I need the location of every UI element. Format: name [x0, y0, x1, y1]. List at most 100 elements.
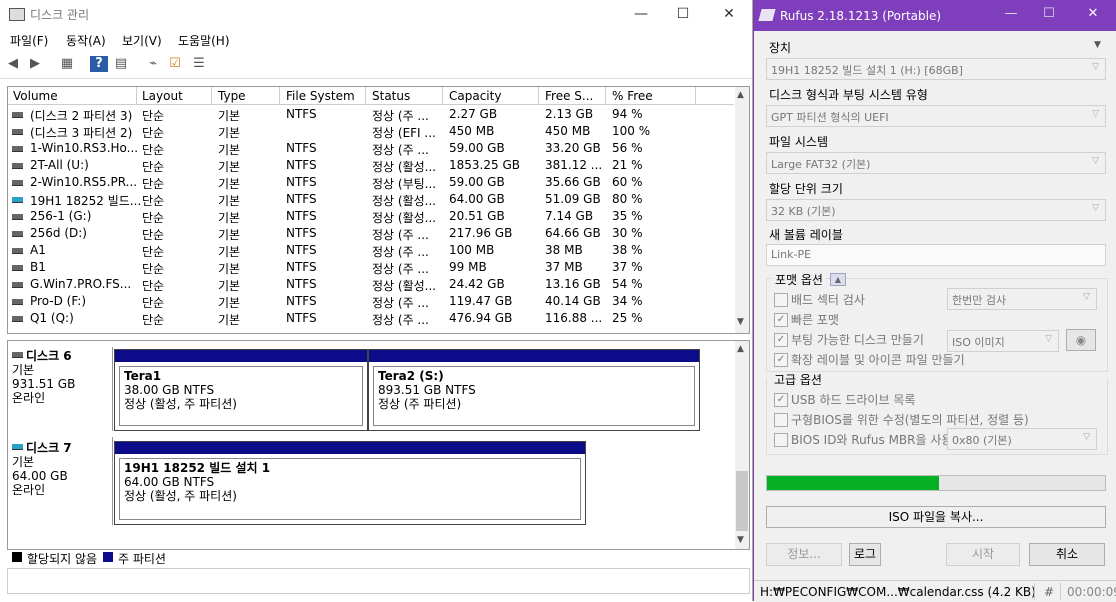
col-free-space[interactable]: Free S...: [545, 89, 593, 103]
table-row[interactable]: (디스크 3 파티션 2) 단순 기본 정상 (EFI ... 450 MB 450 MB…: [8, 123, 734, 140]
menu-help[interactable]: 도움말(H): [178, 32, 230, 49]
table-row[interactable]: A1 단순 기본 NTFS 정상 (주 ... 100 MB 38 MB 38 %: [8, 242, 734, 259]
usb-hdd-checkbox[interactable]: ✓: [774, 393, 788, 407]
maximize-button[interactable]: ☐: [668, 4, 698, 24]
col-type[interactable]: Type: [218, 89, 246, 103]
console-tree-icon[interactable]: ▦: [58, 56, 76, 72]
scroll-down-icon[interactable]: ▼: [737, 535, 744, 545]
col-volume[interactable]: Volume: [13, 89, 58, 103]
scroll-up-icon[interactable]: ▲: [737, 344, 744, 354]
partition-tera2[interactable]: Tera2 (S:) 893.51 GB NTFS 정상 (주 파티션): [368, 349, 700, 431]
partition-tera1[interactable]: Tera1 38.00 GB NTFS 정상 (활성, 주 파티션): [114, 349, 368, 431]
cell-volume: (디스크 2 파티션 3): [30, 109, 133, 123]
close-button[interactable]: ✕: [714, 4, 744, 24]
back-icon[interactable]: ◀: [4, 56, 22, 72]
bad-blocks-checkbox[interactable]: [774, 293, 788, 307]
disk-label[interactable]: 디스크 7 기본 64.00 GB 온라인: [12, 441, 112, 497]
table-row[interactable]: 256d (D:) 단순 기본 NTFS 정상 (주 ... 217.96 GB 64.66…: [8, 225, 734, 242]
volume-label-input[interactable]: Link-PE: [766, 244, 1106, 266]
table-row[interactable]: 1-Win10.RS3.Ho... 단순 기본 NTFS 정상 (주 ... 59.00 …: [8, 140, 734, 157]
col-file-system[interactable]: File System: [286, 89, 355, 103]
col-capacity[interactable]: Capacity: [449, 89, 501, 103]
usb-disk-icon: [12, 444, 23, 450]
partition-19h1[interactable]: 19H1 18252 빌드 설치 1 64.00 GB NTFS 정상 (활성,…: [114, 441, 586, 525]
fs-select[interactable]: Large FAT32 (기본) ▽: [766, 152, 1106, 174]
device-dropdown-arrow-icon[interactable]: ▼: [1094, 40, 1101, 50]
primary-partition-bar: [369, 350, 699, 362]
volume-list-scrollbar[interactable]: ▲ ▼: [735, 87, 749, 333]
table-row[interactable]: Q1 (Q:) 단순 기본 NTFS 정상 (주 ... 476.94 GB 116.88 …: [8, 310, 734, 327]
table-row[interactable]: 19H1 18252 빌드... 단순 기본 NTFS 정상 (활성... 64.00 G…: [8, 191, 734, 208]
properties-icon[interactable]: ▤: [112, 56, 130, 72]
cluster-select[interactable]: 32 KB (기본) ▽: [766, 199, 1106, 221]
bad-blocks-passes-select[interactable]: 한번만 검사 ▽: [947, 288, 1097, 310]
menu-action[interactable]: 동작(A): [66, 32, 106, 49]
cell-type: 기본: [218, 160, 241, 174]
col-layout[interactable]: Layout: [142, 89, 183, 103]
cell-status: 정상 (주 ...: [372, 109, 429, 123]
table-row[interactable]: 2-Win10.RS5.PR... 단순 기본 NTFS 정상 (부팅... 59.00 …: [8, 174, 734, 191]
bios-id-checkbox[interactable]: [774, 433, 788, 447]
log-button[interactable]: 로그: [849, 543, 881, 566]
progress-status: ISO 파일을 복사...: [766, 506, 1106, 528]
rufus-window: Rufus 2.18.1213 (Portable) — ☐ ✕ 장치 ▼ 19…: [753, 0, 1116, 602]
scheme-select[interactable]: GPT 파티션 형식의 UEFI ▽: [766, 105, 1106, 127]
table-row[interactable]: 2T-All (U:) 단순 기본 NTFS 정상 (활성... 1853.25 GB 38…: [8, 157, 734, 174]
old-bios-checkbox[interactable]: [774, 413, 788, 427]
cell-status: 정상 (부팅...: [372, 177, 437, 191]
cell-file-system: NTFS: [286, 107, 317, 121]
cell-free-space: 51.09 GB: [545, 192, 601, 206]
table-row[interactable]: G.Win7.PRO.FS... 단순 기본 NTFS 정상 (활성... 24.42 G…: [8, 276, 734, 293]
settings-list-icon[interactable]: ☰: [190, 56, 208, 72]
cell-percent-free: 25 %: [612, 311, 643, 325]
table-row[interactable]: 256-1 (G:) 단순 기본 NTFS 정상 (활성... 20.51 GB 7.14 …: [8, 208, 734, 225]
volume-icon: [12, 299, 23, 305]
select-iso-button[interactable]: ◉: [1066, 329, 1096, 351]
cancel-button[interactable]: 취소: [1029, 543, 1105, 566]
bootable-label: 부팅 가능한 디스크 만들기: [791, 333, 924, 347]
cell-type: 기본: [218, 296, 241, 310]
table-row[interactable]: Pro-D (F:) 단순 기본 NTFS 정상 (주 ... 119.47 GB 40.1…: [8, 293, 734, 310]
ext-label-checkbox[interactable]: ✓: [774, 353, 788, 367]
cell-layout: 단순: [142, 279, 165, 293]
minimize-button[interactable]: —: [626, 4, 656, 24]
fs-label: 파일 시스템: [769, 135, 829, 149]
menu-view[interactable]: 보기(V): [122, 32, 162, 49]
menu-file[interactable]: 파일(F): [10, 32, 48, 49]
col-status[interactable]: Status: [372, 89, 410, 103]
disk-state: 온라인: [12, 391, 46, 405]
bootable-checkbox[interactable]: ✓: [774, 333, 788, 347]
device-select[interactable]: 19H1 18252 빌드 설치 1 (H:) [68GB] ▽: [766, 58, 1106, 80]
forward-icon[interactable]: ▶: [26, 56, 44, 72]
rufus-maximize-button[interactable]: ☐: [1036, 6, 1062, 21]
boot-type-select[interactable]: ISO 이미지 ▽: [947, 330, 1059, 352]
cell-layout: 단순: [142, 296, 165, 310]
help-icon[interactable]: ?: [90, 56, 108, 72]
disk-label[interactable]: 디스크 6 기본 931.51 GB 온라인: [12, 349, 112, 405]
col-percent-free[interactable]: % Free: [612, 89, 653, 103]
table-row[interactable]: B1 단순 기본 NTFS 정상 (주 ... 99 MB 37 MB 37 %: [8, 259, 734, 276]
connect-icon[interactable]: ⌁: [144, 56, 162, 72]
scroll-down-icon[interactable]: ▼: [737, 317, 744, 327]
menu-bar: 파일(F) 동작(A) 보기(V) 도움말(H): [0, 28, 752, 52]
cell-free-space: 40.14 GB: [545, 294, 601, 308]
bios-id-select[interactable]: 0x80 (기본) ▽: [947, 428, 1097, 450]
cell-percent-free: 35 %: [612, 209, 643, 223]
quick-format-checkbox[interactable]: ✓: [774, 313, 788, 327]
hash-icon[interactable]: #: [1044, 585, 1054, 599]
rufus-minimize-button[interactable]: —: [998, 6, 1024, 21]
scroll-thumb[interactable]: [736, 471, 748, 531]
about-button[interactable]: 정보...: [766, 543, 842, 566]
table-row[interactable]: (디스크 2 파티션 3) 단순 기본 NTFS 정상 (주 ... 2.27 GB 2.1…: [8, 106, 734, 123]
rufus-title: Rufus 2.18.1213 (Portable): [780, 9, 942, 23]
cell-status: 정상 (EFI ...: [372, 126, 436, 140]
window-title: 디스크 관리: [30, 8, 90, 22]
rufus-close-button[interactable]: ✕: [1080, 6, 1106, 21]
chevron-down-icon: ▽: [1092, 109, 1099, 119]
checklist-icon[interactable]: ☑: [166, 56, 184, 72]
start-button[interactable]: 시작: [946, 543, 1020, 566]
scroll-up-icon[interactable]: ▲: [737, 90, 744, 100]
collapse-icon[interactable]: ▲: [830, 273, 846, 286]
legend-unallocated: 할당되지 않음: [27, 552, 98, 566]
graph-scrollbar[interactable]: ▲ ▼: [735, 341, 749, 549]
